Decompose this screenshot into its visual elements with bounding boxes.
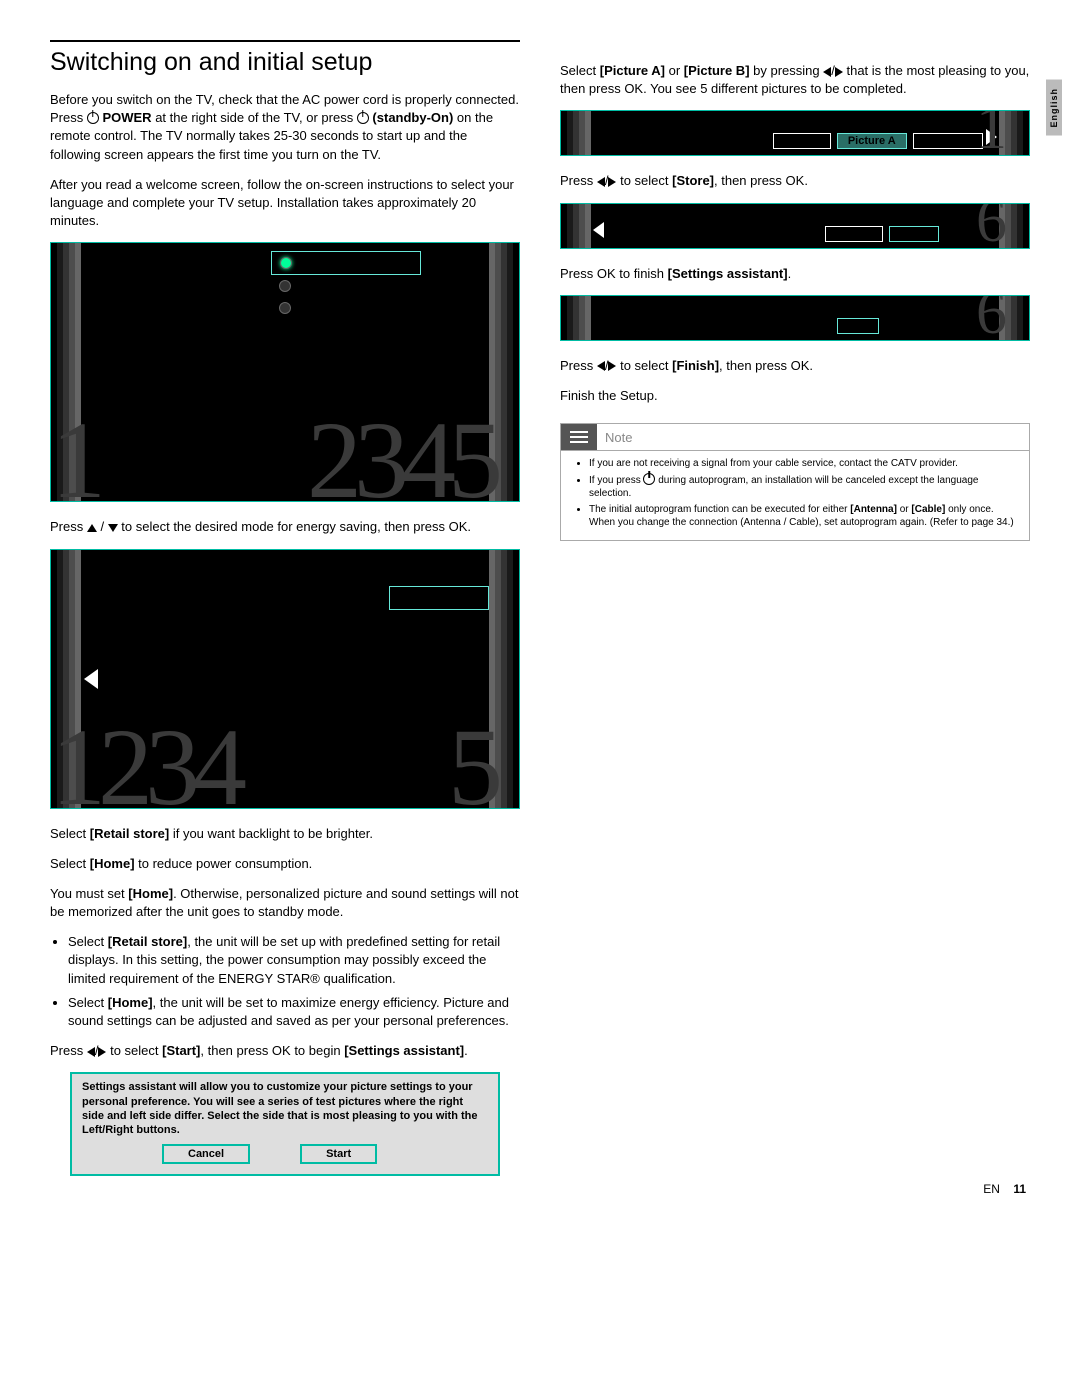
home-warning: You must set [Home]. Otherwise, personal… <box>50 885 520 921</box>
location-prompt: Location Home is recommended for normal … <box>171 562 371 605</box>
dialog-cancel-button[interactable]: Cancel <box>162 1144 250 1164</box>
note-item: If you press during autoprogram, an inst… <box>589 473 1015 501</box>
home-note: Select [Home] to reduce power consumptio… <box>50 855 520 873</box>
power-icon <box>87 112 99 124</box>
language-prompt: Select your menu language with the Up/Do… <box>93 255 253 333</box>
intro-paragraph-1: Before you switch on the TV, check that … <box>50 91 520 164</box>
footer-lang: EN <box>983 1182 1000 1196</box>
retail-note: Select [Retail store] if you want backli… <box>50 825 520 843</box>
power-icon <box>643 473 655 485</box>
store-instruction: Press / to select [Store], then press OK… <box>560 172 1030 190</box>
left-arrow-icon <box>823 67 831 77</box>
footer-page-number: 11 <box>1013 1182 1026 1196</box>
picture-prefer-screen: Which side of the picture do you prefer?… <box>560 110 1030 156</box>
start-instruction: Press / to select [Start], then press OK… <box>50 1042 520 1060</box>
left-arrow-icon <box>87 1047 95 1057</box>
left-arrow-icon <box>593 222 604 238</box>
page-footer: EN 11 <box>983 1182 1026 1196</box>
radio-off-icon <box>279 302 291 314</box>
bullet-home: Select [Home], the unit will be set to m… <box>68 994 520 1030</box>
section-title: Switching on and initial setup <box>50 48 520 77</box>
store-button[interactable]: Store <box>889 226 939 242</box>
location-select-screen: Location Home is recommended for normal … <box>50 549 520 809</box>
picture-select-instruction: Select [Picture A] or [Picture B] by pre… <box>560 62 1030 98</box>
finish-setup: Finish the Setup. <box>560 387 1030 405</box>
exit-button[interactable]: Exit <box>837 318 879 334</box>
note-box: Note If you are not receiving a signal f… <box>560 423 1030 541</box>
lang-option-english[interactable]: English <box>271 251 421 275</box>
dialog-start-button[interactable]: Start <box>300 1144 377 1164</box>
slim-title: Store your preferences. <box>601 210 736 224</box>
left-arrow-icon <box>597 177 605 187</box>
step-number-1234: 1234 <box>51 712 239 809</box>
lang-option-francais[interactable]: Français <box>271 275 421 297</box>
intro-paragraph-2: After you read a welcome screen, follow … <box>50 176 520 231</box>
radio-on-icon <box>280 257 292 269</box>
finish-assistant-instruction: Press OK to finish [Settings assistant]. <box>560 265 1030 283</box>
left-arrow-icon <box>84 669 98 689</box>
slim-title: Which side of the picture do you prefer? <box>601 117 831 131</box>
language-side-tab: English <box>1046 80 1062 136</box>
lang-option-espanol[interactable]: Español <box>271 297 421 319</box>
left-arrow-icon <box>597 361 605 371</box>
step-number-1: 1 <box>51 405 98 502</box>
step-number-2345: 2345 <box>307 405 495 502</box>
step-number: 6 <box>976 295 1007 341</box>
settings-assistant-dialog: Settings assistant will allow you to cus… <box>70 1072 500 1175</box>
location-option-retail[interactable]: Retail store <box>389 560 489 582</box>
learned-prefs-screen: The TV has learned your preferences. Exi… <box>560 295 1030 341</box>
location-option-home[interactable]: Home <box>389 586 489 610</box>
radio-off-icon <box>279 280 291 292</box>
finish-instruction: Press / to select [Finish], then press O… <box>560 357 1030 375</box>
energy-saving-instruction: Press / to select the desired mode for e… <box>50 518 520 536</box>
right-arrow-icon <box>835 67 843 77</box>
language-select-screen: Select your menu language with the Up/Do… <box>50 242 520 502</box>
slim-title: The TV has learned your preferences. <box>601 302 815 316</box>
note-label: Note <box>597 426 640 449</box>
dialog-text: Settings assistant will allow you to cus… <box>82 1080 488 1137</box>
bullet-retail: Select [Retail store], the unit will be … <box>68 933 520 988</box>
cancel-button[interactable]: Cancel <box>773 133 831 149</box>
picture-a-button[interactable]: Picture A <box>837 133 907 149</box>
step-number-5: 5 <box>448 712 495 809</box>
up-arrow-icon <box>87 524 97 532</box>
power-icon <box>357 112 369 124</box>
step-number: 6 <box>976 203 1007 249</box>
note-item: If you are not receiving a signal from y… <box>589 457 1015 471</box>
down-arrow-icon <box>108 524 118 532</box>
store-prefs-screen: Store your preferences. Cancel Store 6 <box>560 203 1030 249</box>
step-number: 1 <box>976 110 1007 156</box>
section-rule <box>50 40 520 42</box>
picture-b-button[interactable]: Picture B <box>913 133 983 149</box>
cancel-button[interactable]: Cancel <box>825 226 883 242</box>
note-icon <box>561 424 597 450</box>
note-item: The initial autoprogram function can be … <box>589 503 1015 530</box>
